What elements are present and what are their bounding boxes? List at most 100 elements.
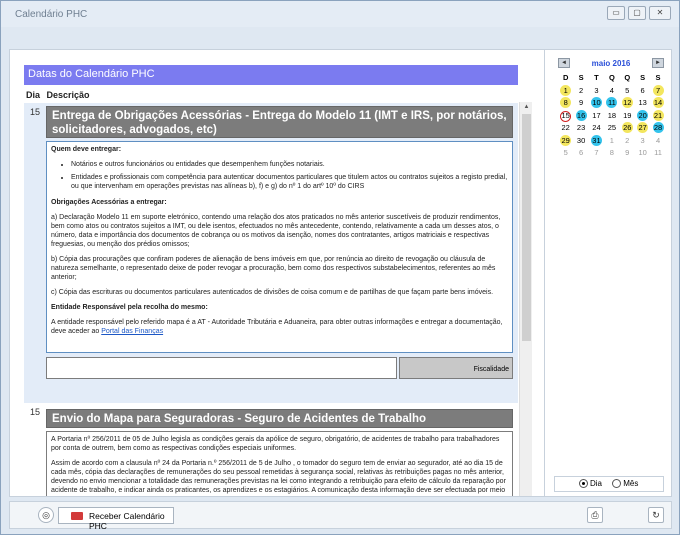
calendar-day[interactable]: 4 bbox=[604, 85, 619, 98]
calendar-day[interactable]: 15 bbox=[558, 110, 573, 123]
calendar-day-number: 5 bbox=[625, 85, 630, 95]
calendar-day[interactable]: 6 bbox=[635, 85, 650, 98]
calendar-day-number: 21 bbox=[652, 109, 664, 121]
print-icon[interactable]: ⎙ bbox=[587, 507, 603, 523]
weekday-label: S bbox=[640, 73, 646, 82]
window-title: Calendário PHC bbox=[15, 9, 88, 20]
receive-calendar-button[interactable]: Receber Calendário PHC bbox=[58, 507, 174, 531]
maximize-button[interactable]: ▢ bbox=[628, 6, 646, 20]
entry-body: Quem deve entregar: Notários e outros fu… bbox=[46, 141, 513, 353]
minimize-button[interactable]: ▭ bbox=[607, 6, 625, 20]
calendar-day[interactable]: 2 bbox=[620, 135, 635, 148]
calendar-entry[interactable]: 15 Entrega de Obrigações Acessórias - En… bbox=[24, 103, 518, 403]
calendar-day[interactable]: 3 bbox=[635, 135, 650, 148]
calendar-day[interactable]: 21 bbox=[650, 109, 665, 123]
calendar-day[interactable]: 5 bbox=[558, 147, 573, 160]
view-day-option[interactable]: Dia bbox=[579, 479, 602, 489]
refresh-icon[interactable]: ↻ bbox=[648, 507, 664, 523]
calendar-day-number: 27 bbox=[637, 122, 649, 133]
calendar-day[interactable]: 29 bbox=[558, 134, 573, 148]
calendar-day[interactable]: 8 bbox=[558, 97, 573, 110]
close-button[interactable]: ✕ bbox=[649, 6, 671, 20]
calendar-day[interactable]: 31 bbox=[589, 134, 604, 148]
content-area: Datas do Calendário PHC Dia Descrição 15… bbox=[9, 49, 672, 497]
calendar-day[interactable]: 1 bbox=[604, 135, 619, 148]
weekday-header: DSTQQSS bbox=[558, 72, 666, 85]
calendar-week: 15 16 17 18 19 20 21 bbox=[558, 109, 666, 123]
next-month-button[interactable]: ► bbox=[652, 58, 664, 68]
vertical-scrollbar[interactable]: ▲ bbox=[519, 102, 532, 496]
calendar-entry[interactable]: 15 Envio do Mapa para Seguradoras - Segu… bbox=[24, 403, 518, 496]
calendar-day-number: 9 bbox=[625, 148, 630, 157]
calendar-day[interactable]: 7 bbox=[650, 84, 665, 98]
calendar-day[interactable]: 30 bbox=[573, 135, 588, 148]
portal-link[interactable]: Portal das Finanças bbox=[101, 328, 163, 335]
who-list: Notários e outros funcionários ou entida… bbox=[71, 160, 508, 191]
calendar-day-number: 7 bbox=[652, 84, 664, 96]
calendar-day-number: 15 bbox=[560, 110, 572, 122]
weekday-label: Q bbox=[608, 73, 615, 82]
panel-header: Datas do Calendário PHC bbox=[24, 65, 518, 85]
weekday-label: D bbox=[562, 73, 569, 82]
calendar-day[interactable]: 28 bbox=[650, 122, 665, 135]
radio-day[interactable] bbox=[579, 479, 588, 489]
calendar-day[interactable]: 8 bbox=[604, 147, 619, 160]
weekday-label: Q bbox=[624, 73, 631, 82]
calendar-day[interactable]: 18 bbox=[604, 110, 619, 123]
calendar-day-number: 14 bbox=[652, 97, 664, 108]
entry-category: Fiscalidade bbox=[399, 357, 513, 379]
calendar-day[interactable]: 19 bbox=[620, 110, 635, 123]
calendar-day[interactable]: 12 bbox=[620, 97, 635, 110]
calendar-day[interactable]: 22 bbox=[558, 122, 573, 135]
calendar-day[interactable]: 16 bbox=[573, 109, 588, 123]
calendar-day[interactable]: 14 bbox=[650, 97, 665, 110]
prev-month-button[interactable]: ◄ bbox=[558, 58, 570, 68]
info-icon[interactable]: ◎ bbox=[38, 507, 54, 523]
calendar-day-number: 5 bbox=[563, 148, 568, 157]
calendar-day[interactable]: 10 bbox=[589, 97, 604, 110]
calendar-day[interactable]: 3 bbox=[589, 85, 604, 98]
column-headers: Dia Descrição bbox=[26, 90, 94, 100]
calendar-day[interactable]: 2 bbox=[573, 85, 588, 98]
title-bar[interactable]: Calendário PHC ▭ ▢ ✕ bbox=[1, 1, 679, 27]
calendar-day[interactable]: 25 bbox=[604, 122, 619, 135]
scroll-thumb[interactable] bbox=[522, 114, 531, 341]
weekday-label: T bbox=[594, 73, 599, 82]
calendar-day[interactable]: 11 bbox=[650, 147, 665, 160]
calendar-day[interactable]: 23 bbox=[573, 122, 588, 135]
calendar-day-number: 3 bbox=[594, 85, 599, 95]
scroll-up-icon[interactable]: ▲ bbox=[522, 104, 531, 112]
calendar-day[interactable]: 17 bbox=[589, 110, 604, 123]
paragraph: Assim de acordo com a clausula nº 24 da … bbox=[51, 460, 506, 494]
calendar-day[interactable]: 10 bbox=[635, 147, 650, 160]
calendar-day[interactable]: 1 bbox=[558, 84, 573, 98]
entry-day: 15 bbox=[30, 107, 41, 117]
calendar-day[interactable]: 9 bbox=[573, 97, 588, 110]
calendar-week: 8 9 10 11 12 13 14 bbox=[558, 97, 666, 110]
paragraph-c: c) Cópia das escrituras ou documentos pa… bbox=[51, 289, 494, 296]
calendar-day-number: 8 bbox=[560, 97, 572, 108]
calendar-day[interactable]: 27 bbox=[635, 122, 650, 135]
calendar-day[interactable]: 26 bbox=[620, 122, 635, 135]
calendar-day[interactable]: 13 bbox=[635, 97, 650, 110]
view-month-option[interactable]: Mês bbox=[612, 479, 639, 489]
calendar-day-number: 10 bbox=[638, 148, 647, 157]
calendar-day[interactable]: 9 bbox=[620, 147, 635, 160]
calendar-grid: D S T Q Q S S 1 2 3 4 5 6 7 8 9 10 11 12 13 14 15 16 17 18 19 20 21… bbox=[558, 72, 666, 160]
month-label: maio 2016 bbox=[591, 59, 631, 68]
receive-label: Receber Calendário PHC bbox=[89, 511, 165, 531]
entity-heading: Entidade Responsável pela recolha do mes… bbox=[51, 304, 208, 311]
calendar-day[interactable]: 6 bbox=[573, 147, 588, 160]
calendar-day[interactable]: 11 bbox=[604, 97, 619, 110]
calendar-day[interactable]: 20 bbox=[635, 109, 650, 123]
calendar-window: Calendário PHC ▭ ▢ ✕ Datas do Calendário… bbox=[0, 0, 680, 535]
calendar-day[interactable]: 4 bbox=[650, 135, 665, 148]
view-month-label: Mês bbox=[623, 479, 639, 488]
calendar-day-number: 25 bbox=[607, 123, 617, 132]
weekday-label: S bbox=[578, 73, 584, 82]
calendar-day-number: 19 bbox=[623, 110, 632, 120]
calendar-day[interactable]: 5 bbox=[620, 85, 635, 98]
calendar-day[interactable]: 7 bbox=[589, 147, 604, 160]
radio-month[interactable] bbox=[612, 479, 622, 489]
calendar-day[interactable]: 24 bbox=[589, 122, 604, 135]
